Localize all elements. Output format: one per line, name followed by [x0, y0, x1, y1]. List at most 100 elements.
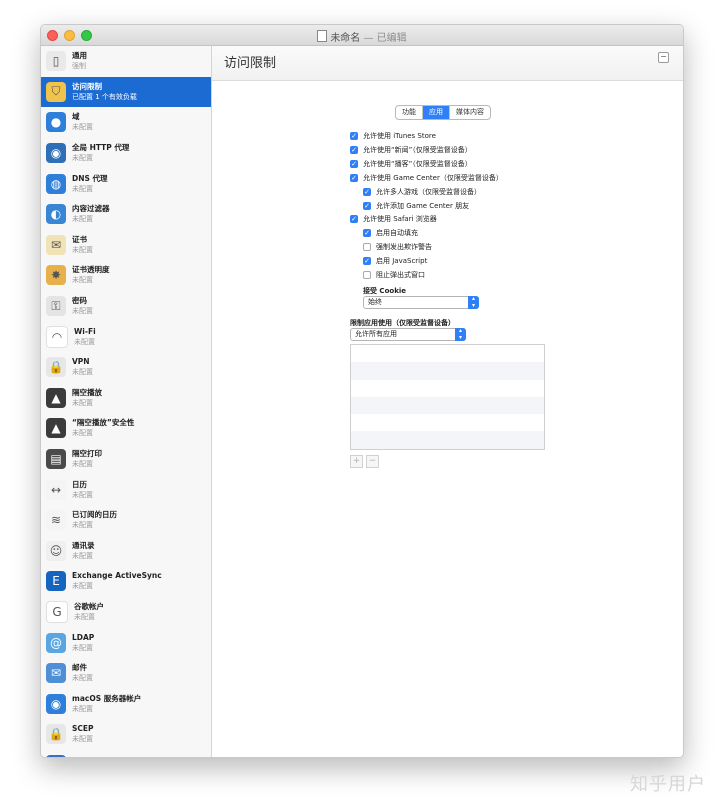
- sidebar-item-status: 未配置: [72, 704, 93, 713]
- sidebar-item-text: SCEP 未配置: [72, 724, 94, 744]
- title-bar: 未命名 — 已编辑: [41, 25, 683, 46]
- chevron-updown-icon: ▴ ▾: [455, 327, 466, 341]
- sidebar-item-label: SCEP: [72, 724, 94, 734]
- cookie-select[interactable]: 始终 ▴ ▾: [363, 295, 479, 309]
- vpn-lock-icon: 🔒: [46, 357, 66, 378]
- sidebar-item-label: 访问限制: [72, 81, 102, 91]
- checkbox[interactable]: ✓: [350, 173, 358, 182]
- sidebar-item-status: 未配置: [72, 582, 93, 591]
- app-list[interactable]: [350, 344, 545, 450]
- sidebar-item-status: 未配置: [72, 643, 93, 652]
- sidebar-item[interactable]: ☺ 通讯录 未配置: [41, 536, 211, 567]
- sidebar-item-text: 访问限制 已配置 1 个有效负载: [72, 82, 137, 102]
- sidebar-item[interactable]: ◉ 全局 HTTP 代理 未配置: [41, 138, 211, 169]
- sidebar-item-text: 已订阅的日历 未配置: [72, 510, 117, 530]
- checkbox-row[interactable]: ✓ 启用自动填充: [363, 228, 418, 238]
- list-item[interactable]: [351, 362, 544, 380]
- list-item[interactable]: [351, 345, 544, 362]
- sidebar-item[interactable]: ◠ Wi-Fi 未配置: [41, 321, 211, 352]
- restriction-tabs: 功能 应用 媒体内容: [395, 105, 491, 120]
- calendar-icon: ↔: [46, 479, 66, 500]
- sidebar-item[interactable]: ✉ 邮件 未配置: [41, 658, 211, 689]
- general-icon: ▯: [46, 51, 66, 72]
- sidebar-item[interactable]: ⚿ 密码 未配置: [41, 291, 211, 322]
- checkbox-row[interactable]: ✓ 允许使用 iTunes Store: [350, 131, 436, 141]
- sidebar-item-status: 未配置: [72, 245, 93, 254]
- tab-1[interactable]: 应用: [423, 106, 450, 119]
- sidebar-item-text: DNS 代理 未配置: [72, 174, 108, 194]
- checkbox-row[interactable]: 阻止弹出式窗口: [363, 270, 425, 280]
- checkbox[interactable]: ✓: [363, 187, 371, 196]
- sidebar-item[interactable]: @ LDAP 未配置: [41, 627, 211, 658]
- checkbox[interactable]: ✓: [363, 229, 371, 238]
- sidebar-item[interactable]: ✸ 证书透明度 未配置: [41, 260, 211, 291]
- checkbox[interactable]: ✓: [363, 201, 371, 210]
- sidebar-item-status: 未配置: [72, 490, 93, 499]
- checkbox[interactable]: ✓: [350, 132, 358, 140]
- checkbox-row[interactable]: ✓ 允许使用“新闻”（仅限受监督设备）: [350, 145, 472, 155]
- sidebar-item[interactable]: ▯ 通用 强制: [41, 46, 211, 77]
- sidebar-item-label: 日历: [72, 479, 87, 489]
- checkbox[interactable]: ✓: [350, 145, 358, 154]
- sidebar-item-text: 日历 未配置: [72, 480, 93, 500]
- sidebar-item-text: 证书 未配置: [72, 235, 93, 255]
- list-item[interactable]: [351, 380, 544, 397]
- watermark: 知乎用户: [630, 774, 706, 795]
- sidebar-item[interactable]: G 谷歌帐户 未配置: [41, 597, 211, 628]
- cookie-select-value: 始终: [368, 298, 382, 306]
- sidebar-item-status: 强制: [72, 62, 86, 71]
- sidebar-item[interactable]: ◉蜂窝移动网络: [41, 750, 211, 757]
- sidebar-item[interactable]: ≋ 已订阅的日历 未配置: [41, 505, 211, 536]
- google-icon: G: [46, 600, 68, 623]
- sidebar-item[interactable]: ▲ “隔空播放”安全性 未配置: [41, 413, 211, 444]
- sidebar-item[interactable]: 🔒 VPN 未配置: [41, 352, 211, 383]
- sidebar-item[interactable]: E Exchange ActiveSync 未配置: [41, 566, 211, 597]
- remove-app-button[interactable]: −: [366, 455, 379, 468]
- checkbox-row[interactable]: ✓ 允许添加 Game Center 朋友: [363, 201, 469, 211]
- sidebar-item[interactable]: ◍ DNS 代理 未配置: [41, 168, 211, 199]
- sidebar-item-text: 隔空打印 未配置: [72, 449, 102, 469]
- checkbox-row[interactable]: ✓ 允许使用 Safari 浏览器: [350, 214, 437, 224]
- list-item[interactable]: [351, 431, 544, 449]
- sidebar-item[interactable]: ● 域未配置: [41, 107, 211, 138]
- document-icon: [317, 30, 328, 42]
- sidebar-item-text: Exchange ActiveSync 未配置: [72, 571, 162, 591]
- app-restrict-select[interactable]: 允许所有应用 ▴ ▾: [350, 327, 466, 341]
- list-item[interactable]: [351, 396, 544, 415]
- sidebar-item-text: 隔空播放 未配置: [72, 388, 102, 408]
- checkbox-row[interactable]: 强制发出欺诈警告: [363, 242, 432, 252]
- tab-0[interactable]: 功能: [396, 106, 423, 119]
- add-app-button[interactable]: +: [350, 455, 363, 468]
- checkbox[interactable]: [363, 271, 371, 279]
- checkbox-label: 允许使用 iTunes Store: [363, 132, 436, 140]
- collapse-button[interactable]: −: [658, 52, 669, 63]
- checkbox[interactable]: ✓: [350, 215, 358, 224]
- sidebar-item[interactable]: 🔒 SCEP 未配置: [41, 719, 211, 750]
- restrictions-icon: ⛉: [46, 81, 66, 102]
- sidebar-item[interactable]: ◐ 内容过滤器 未配置: [41, 199, 211, 230]
- sidebar-item[interactable]: ▲ 隔空播放 未配置: [41, 383, 211, 414]
- checkbox-row[interactable]: ✓ 启用 JavaScript: [363, 256, 427, 266]
- mail-icon: ✉: [46, 663, 66, 684]
- checkbox-row[interactable]: ✓ 允许使用 Game Center（仅限受监督设备）: [350, 173, 503, 183]
- sidebar-item-label: 全局 HTTP 代理: [72, 143, 130, 153]
- checkbox[interactable]: ✓: [363, 257, 371, 266]
- sidebar-item-label: DNS 代理: [72, 173, 108, 183]
- exchange-icon: E: [46, 571, 66, 592]
- checkbox-row[interactable]: ✓ 允许多人游戏（仅限受监督设备）: [363, 187, 481, 197]
- sidebar-item-text: 通用 强制: [72, 51, 87, 71]
- checkbox[interactable]: ✓: [350, 159, 358, 168]
- checkbox-label: 启用 JavaScript: [376, 257, 428, 266]
- dns-proxy-icon: ◍: [46, 173, 66, 194]
- checkbox[interactable]: [363, 243, 371, 252]
- sidebar-item-label: 隔空打印: [72, 449, 102, 459]
- sidebar-item-status: 未配置: [72, 674, 93, 683]
- checkbox-row[interactable]: ✓ 允许使用“播客”（仅限受监督设备）: [350, 159, 472, 169]
- sidebar-item[interactable]: ▤ 隔空打印 未配置: [41, 444, 211, 475]
- list-item[interactable]: [351, 414, 544, 431]
- sidebar-item[interactable]: ◉ macOS 服务器帐户 未配置: [41, 688, 211, 719]
- sidebar-item[interactable]: ⛉ 访问限制 已配置 1 个有效负载: [41, 76, 211, 108]
- sidebar-item[interactable]: ↔ 日历 未配置: [41, 474, 211, 505]
- tab-2[interactable]: 媒体内容: [450, 106, 490, 119]
- sidebar-item[interactable]: ✉ 证书 未配置: [41, 230, 211, 261]
